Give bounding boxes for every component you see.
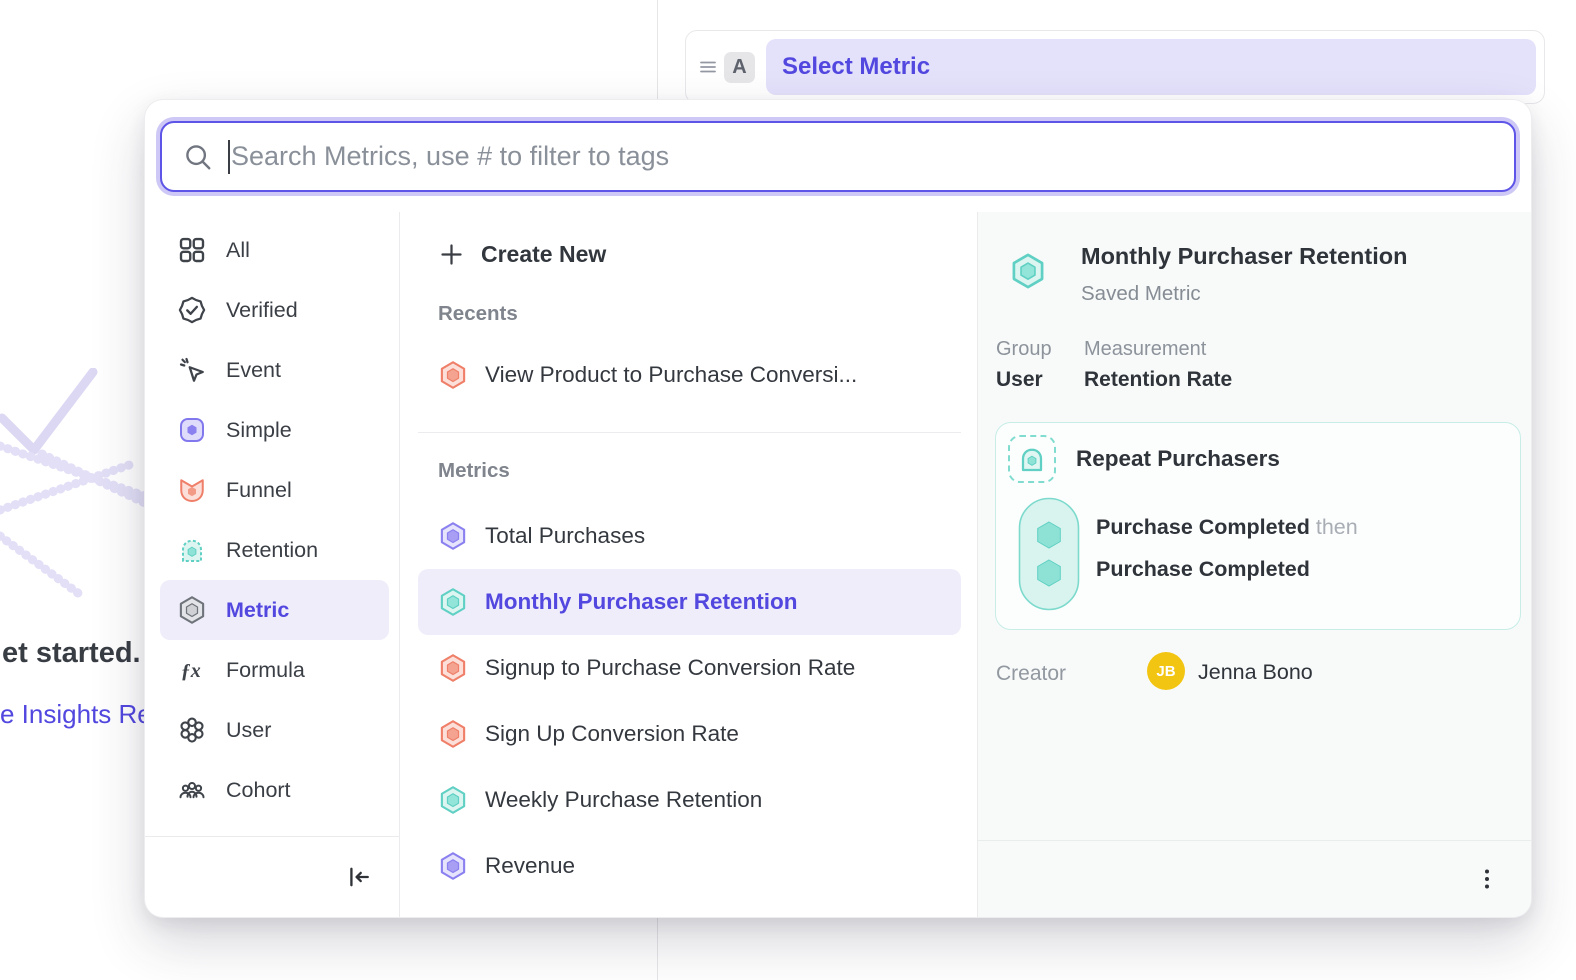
verified-icon <box>177 295 207 325</box>
text-caret <box>228 140 230 174</box>
row-label: Weekly Purchase Retention <box>485 787 762 813</box>
retention-arch-icon <box>1017 444 1047 474</box>
sidebar-item-label: Formula <box>226 658 305 683</box>
sidebar-item-simple[interactable]: Simple <box>160 400 389 460</box>
formula-icon <box>177 655 207 685</box>
metric-item-signup-to-purchase-conversion-rate[interactable]: Signup to Purchase Conversion Rate <box>400 635 977 701</box>
row-label: Signup to Purchase Conversion Rate <box>485 655 855 681</box>
retention-icon <box>177 535 207 565</box>
results-column: Create New Recents View Product to Purch… <box>400 212 978 917</box>
detail-title: Monthly Purchaser Retention <box>1081 243 1407 270</box>
definition-card-title: Repeat Purchasers <box>1076 446 1280 472</box>
metric-row-card: A Select Metric <box>685 30 1545 104</box>
sidebar-item-label: Cohort <box>226 778 291 803</box>
row-label: Monthly Purchaser Retention <box>485 589 798 615</box>
sidebar-item-all[interactable]: All <box>160 220 389 280</box>
sidebar-item-label: Simple <box>226 418 292 443</box>
hexagon-orange-icon <box>438 653 468 683</box>
row-label: Sign Up Conversion Rate <box>485 721 739 747</box>
sidebar-item-label: Metric <box>226 598 289 623</box>
sidebar-item-user[interactable]: User <box>160 700 389 760</box>
create-new-label: Create New <box>481 241 606 268</box>
select-metric-button[interactable]: Select Metric <box>766 39 1536 95</box>
sidebar-footer <box>145 836 399 917</box>
drag-handle-icon[interactable] <box>696 55 720 79</box>
detail-subtitle: Saved Metric <box>1081 282 1201 306</box>
group-value: User <box>996 368 1043 392</box>
metric-detail-panel: Monthly Purchaser Retention Saved Metric… <box>978 212 1531 917</box>
recent-item-view-product-to-purchase-conversi[interactable]: View Product to Purchase Conversi... <box>400 344 977 406</box>
group-label: Group <box>996 338 1052 361</box>
section-divider <box>418 432 961 433</box>
sidebar-item-label: All <box>226 238 250 263</box>
step-connector: then <box>1316 515 1358 539</box>
metric-item-sign-up-conversion-rate[interactable]: Sign Up Conversion Rate <box>400 701 977 767</box>
metric-definition-card: Repeat Purchasers Purchase Completed the… <box>995 422 1521 630</box>
metrics-list: Total Purchases Monthly Purchaser Retenti… <box>400 503 977 899</box>
event-sequence-capsule <box>1018 497 1080 611</box>
sidebar-item-label: Verified <box>226 298 298 323</box>
sidebar-item-formula[interactable]: Formula <box>160 640 389 700</box>
grid-icon <box>177 235 207 265</box>
search-icon <box>183 142 213 172</box>
category-sidebar: All Verified Event Simple Funnel Retention Met… <box>145 212 400 917</box>
collapse-sidebar-button[interactable] <box>345 863 373 891</box>
plus-icon <box>438 241 465 268</box>
detail-footer <box>978 840 1531 917</box>
row-label: Revenue <box>485 853 575 879</box>
category-list: All Verified Event Simple Funnel Retention Met… <box>145 212 399 820</box>
event-icon <box>177 355 207 385</box>
hexagon-purple-icon <box>438 851 468 881</box>
hexagon-orange-icon <box>438 360 468 390</box>
metric-item-revenue[interactable]: Revenue <box>400 833 977 899</box>
step-1: Purchase Completed then <box>1096 515 1358 540</box>
measurement-label: Measurement <box>1084 338 1206 361</box>
metric-item-weekly-purchase-retention[interactable]: Weekly Purchase Retention <box>400 767 977 833</box>
sidebar-item-event[interactable]: Event <box>160 340 389 400</box>
recents-list: View Product to Purchase Conversi... <box>400 344 977 406</box>
hexagon-teal-icon <box>438 587 468 617</box>
search-input[interactable] <box>231 141 1493 172</box>
metrics-section-label: Metrics <box>438 459 977 487</box>
create-new-button[interactable]: Create New <box>400 224 977 284</box>
sidebar-item-retention[interactable]: Retention <box>160 520 389 580</box>
metric-hexagon-icon <box>1009 252 1047 290</box>
metric-item-total-purchases[interactable]: Total Purchases <box>400 503 977 569</box>
sidebar-item-label: Funnel <box>226 478 292 503</box>
sidebar-item-label: Event <box>226 358 281 383</box>
creator-avatar: JB <box>1147 652 1185 690</box>
sidebar-item-cohort[interactable]: Cohort <box>160 760 389 820</box>
creator-label: Creator <box>996 662 1066 686</box>
simple-icon <box>177 415 207 445</box>
creator-name: Jenna Bono <box>1198 660 1313 685</box>
metric-item-monthly-purchaser-retention[interactable]: Monthly Purchaser Retention <box>418 569 961 635</box>
measurement-value: Retention Rate <box>1084 368 1232 392</box>
sidebar-item-verified[interactable]: Verified <box>160 280 389 340</box>
row-label: Total Purchases <box>485 523 645 549</box>
sidebar-item-funnel[interactable]: Funnel <box>160 460 389 520</box>
get-started-text: et started. <box>2 637 141 670</box>
hexagon-teal-icon <box>438 785 468 815</box>
cohort-icon <box>177 775 207 805</box>
row-label: View Product to Purchase Conversi... <box>485 362 857 388</box>
insights-report-link[interactable]: e Insights Re <box>0 699 152 730</box>
search-field[interactable] <box>160 121 1516 192</box>
step-1-event: Purchase Completed <box>1096 515 1310 539</box>
sidebar-item-label: User <box>226 718 271 743</box>
sidebar-item-label: Retention <box>226 538 318 563</box>
recents-section-label: Recents <box>438 302 977 330</box>
metric-icon <box>177 595 207 625</box>
more-options-button[interactable] <box>1475 867 1499 891</box>
sidebar-item-metric[interactable]: Metric <box>160 580 389 640</box>
metric-picker-modal: All Verified Event Simple Funnel Retention Met… <box>145 100 1531 917</box>
user-icon <box>177 715 207 745</box>
retention-step-icon-frame <box>1008 435 1056 483</box>
step-2: Purchase Completed <box>1096 557 1310 582</box>
funnel-icon <box>177 475 207 505</box>
hexagon-purple-icon <box>438 521 468 551</box>
metric-letter-badge: A <box>724 52 755 83</box>
hexagon-orange-icon <box>438 719 468 749</box>
